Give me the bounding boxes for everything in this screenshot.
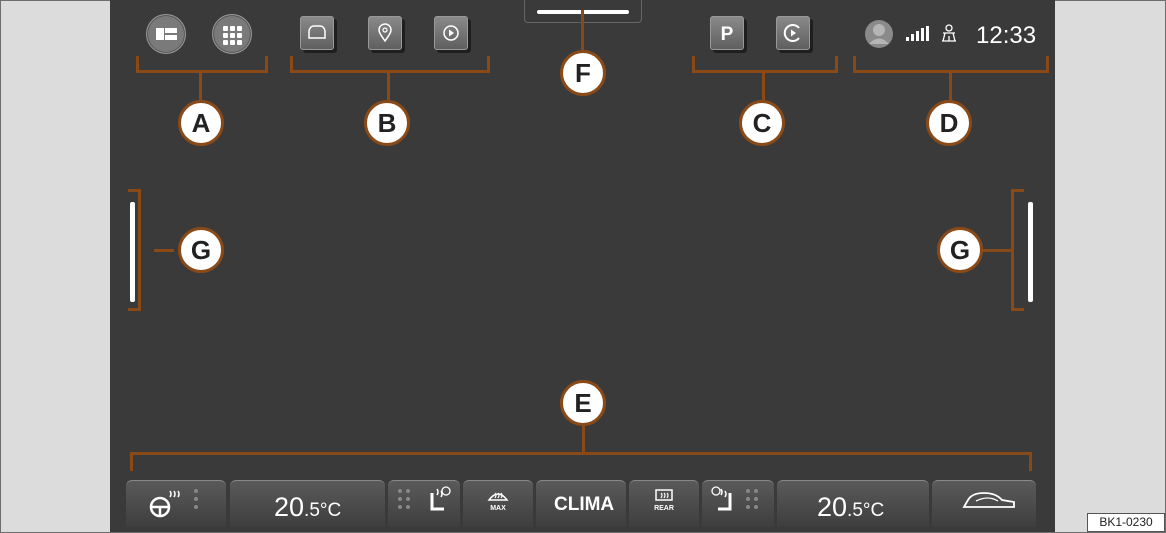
favorite-navigation-button[interactable] (368, 16, 402, 50)
bracket-a (136, 56, 268, 73)
clima-button[interactable]: CLIMA (536, 480, 626, 527)
max-label: MAX (490, 505, 506, 512)
bracket-g-left (128, 189, 141, 311)
signal-bars-icon (906, 26, 929, 41)
climate-bar: 20.5°C MAX CLIMA REAR 20.5°C (126, 466, 1038, 527)
rear-label: REAR (654, 505, 674, 512)
bracket-b (290, 56, 490, 73)
traffic-status (940, 24, 958, 49)
driver-temperature-control[interactable]: 20.5°C (230, 480, 385, 527)
connect-icon (783, 24, 800, 42)
rear-window-defrost-icon (655, 489, 673, 501)
max-defrost-button[interactable]: MAX (463, 480, 533, 527)
bracket-d (853, 56, 1049, 73)
svg-text:P: P (721, 24, 734, 45)
play-icon (443, 25, 459, 41)
heat-level-dots (194, 489, 210, 511)
air-recirculation-button[interactable] (932, 480, 1036, 527)
clima-label: CLIMA (554, 494, 615, 515)
home-button[interactable] (146, 14, 186, 54)
bracket-c (692, 56, 838, 73)
callout-g-right: G (937, 227, 983, 273)
callout-e: E (560, 380, 606, 426)
favorite-media-button[interactable] (434, 16, 468, 50)
user-avatar-icon (865, 20, 893, 48)
seat-fan-icon (430, 486, 451, 511)
parking-icon: P (721, 24, 734, 45)
callout-c: C (739, 100, 785, 146)
signal-strength (906, 26, 930, 47)
heated-steering-wheel-button[interactable] (126, 480, 226, 527)
callout-g-left: G (178, 227, 224, 273)
callout-b: B (364, 100, 410, 146)
figure-code: BK1-0230 (1087, 513, 1165, 532)
car-icon (308, 25, 326, 39)
car-recirculation-icon (962, 492, 1015, 508)
traffic-icon (942, 24, 956, 42)
passenger-seat-heat-button[interactable] (702, 480, 774, 527)
callout-f: F (560, 50, 606, 96)
passenger-temperature-control[interactable]: 20.5°C (777, 480, 929, 527)
layout-icon (156, 28, 177, 40)
seat-fan-icon (711, 486, 732, 511)
bracket-g-right (1011, 189, 1024, 311)
right-side-panel-handle[interactable] (1028, 202, 1033, 302)
driver-temperature: 20.5°C (274, 492, 342, 522)
callout-d: D (926, 100, 972, 146)
app-grid-icon (223, 26, 242, 45)
clock: 12:33 (976, 22, 1037, 49)
location-pin-icon (378, 23, 392, 43)
favorite-vehicle-button[interactable] (300, 16, 334, 50)
profile-avatar[interactable] (864, 19, 894, 54)
windshield-defrost-icon (487, 492, 509, 501)
apps-button[interactable] (212, 14, 252, 54)
seat-heat-level-dots (746, 489, 762, 511)
driver-seat-heat-button[interactable] (388, 480, 460, 527)
infotainment-screen: P 12:33 A B F C D G G E 20.5°C MAX CLIMA… (110, 0, 1055, 532)
seat-heat-level-dots (398, 489, 414, 511)
parking-shortcut-button[interactable]: P (710, 16, 744, 50)
connect-shortcut-button[interactable] (776, 16, 810, 50)
passenger-temperature: 20.5°C (817, 492, 885, 522)
callout-a: A (178, 100, 224, 146)
rear-defrost-button[interactable]: REAR (629, 480, 699, 527)
